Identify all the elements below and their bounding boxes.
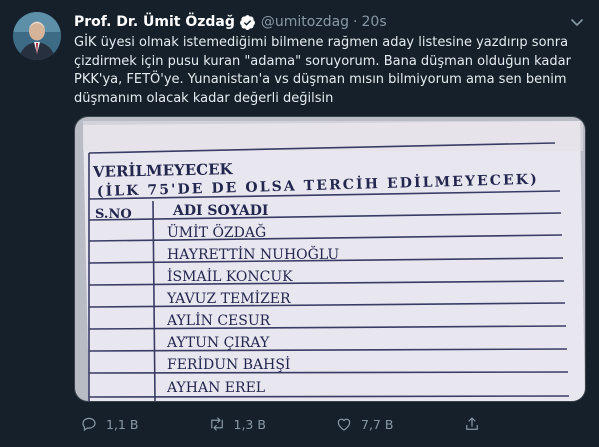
share-button[interactable]	[457, 415, 585, 433]
photo-col-name: ADI SOYADI	[172, 203, 268, 219]
header-separator: ·	[353, 14, 358, 30]
like-count: 7,7 B	[361, 416, 394, 432]
verified-badge-icon	[239, 14, 256, 31]
photo-heading-1: VERİLMEYECEK	[92, 159, 234, 181]
photo-name-row: AYHAN EREL	[166, 380, 265, 396]
tweet-text: GİK üyesi olmak istemediğimi bilmene rağ…	[74, 34, 584, 108]
like-button[interactable]: 7,7 B	[329, 415, 457, 433]
retweet-button[interactable]: 1,3 B	[202, 415, 330, 433]
tweet-text-line: GİK üyesi olmak istemediğimi bilmene rağ…	[74, 35, 569, 50]
reply-count: 1,1 B	[106, 416, 139, 432]
tweet-text-line: düşmanım olacak kadar değerli değilsin	[74, 90, 334, 106]
reply-button[interactable]: 1,1 B	[74, 415, 202, 433]
tweet-text-line: PKK'ya, FETÖ'ye. Yunanistan'a vs düşman …	[74, 72, 567, 87]
tweet-timestamp[interactable]: 20s	[362, 14, 387, 30]
retweet-count: 1,3 B	[233, 416, 266, 432]
photo-name-row: FERİDUN BAHŞİ	[167, 355, 290, 373]
tweet-text-line: çizdirmek için pusu kuran "adama" soruyo…	[74, 53, 571, 69]
tweet-header: Prof. Dr. Ümit Özdağ @umitozdag · 20s	[74, 12, 574, 32]
photo-col-no: S.NO	[95, 207, 132, 222]
author-display-name[interactable]: Prof. Dr. Ümit Özdağ	[74, 14, 235, 30]
more-options-chevron-icon[interactable]	[569, 14, 585, 30]
photo-name-row: AYLİN CESUR	[166, 311, 271, 329]
retweet-icon	[210, 417, 223, 431]
tweet-photo[interactable]: VERİLMEYECEK (İLK 75'DE DE OLSA TERCİH E…	[74, 116, 586, 402]
avatar[interactable]	[13, 12, 61, 60]
photo-name-row: AYTUN ÇIRAY	[166, 335, 270, 351]
reply-icon	[82, 417, 96, 432]
photo-name-row: YAVUZ TEMİZER	[166, 289, 291, 307]
heart-icon	[337, 418, 351, 431]
avatar-image	[13, 12, 61, 60]
photo-name-row: İSMAİL KONCUK	[167, 267, 293, 285]
share-icon	[465, 417, 478, 430]
author-handle[interactable]: @umitozdag	[261, 14, 349, 30]
photo-name-row: ÜMİT ÖZDAĞ	[167, 223, 266, 241]
photo-name-row: HAYRETTİN NUHOĞLU	[167, 245, 339, 263]
tweet-actions: 1,1 B 1,3 B 7,7 B	[74, 412, 584, 436]
handwritten-list-photo: VERİLMEYECEK (İLK 75'DE DE OLSA TERCİH E…	[75, 117, 585, 401]
